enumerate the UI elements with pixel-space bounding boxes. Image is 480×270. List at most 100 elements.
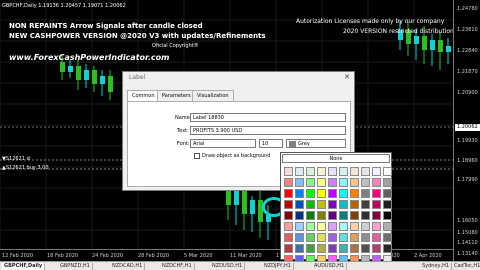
color-swatch[interactable]: [361, 244, 370, 253]
color-swatch[interactable]: [295, 200, 304, 209]
color-swatch[interactable]: [383, 189, 392, 198]
color-swatch[interactable]: [328, 178, 337, 187]
color-swatch[interactable]: [350, 222, 359, 231]
color-swatch[interactable]: [328, 244, 337, 253]
color-swatch[interactable]: [383, 200, 392, 209]
color-swatch[interactable]: [306, 167, 315, 176]
chart-tab[interactable]: NZDUSD,H1: [210, 263, 246, 270]
tab-parameters[interactable]: Parameters: [157, 90, 196, 101]
tab-visualization[interactable]: Visualization: [192, 90, 234, 101]
color-swatch[interactable]: [350, 244, 359, 253]
candle-body: [108, 76, 113, 92]
color-swatch[interactable]: [361, 189, 370, 198]
color-swatch[interactable]: [350, 189, 359, 198]
color-swatch[interactable]: [350, 178, 359, 187]
color-swatch[interactable]: [350, 233, 359, 242]
color-swatch[interactable]: [306, 189, 315, 198]
none-color-button[interactable]: None: [282, 154, 390, 163]
background-checkbox[interactable]: [194, 153, 200, 159]
color-swatch[interactable]: [383, 244, 392, 253]
color-swatch[interactable]: [328, 200, 337, 209]
color-swatch[interactable]: [339, 200, 348, 209]
color-swatch[interactable]: [284, 244, 293, 253]
dialog-close-icon[interactable]: ✕: [344, 73, 350, 81]
color-swatch[interactable]: [317, 244, 326, 253]
color-swatch[interactable]: [295, 233, 304, 242]
color-swatch[interactable]: [306, 178, 315, 187]
chart-tab[interactable]: GBPNZD,H1: [58, 263, 93, 270]
color-swatch[interactable]: [317, 222, 326, 231]
size-select[interactable]: 10: [259, 139, 283, 148]
color-swatch[interactable]: [339, 244, 348, 253]
color-swatch[interactable]: [328, 211, 337, 220]
color-swatch[interactable]: [361, 222, 370, 231]
color-swatch[interactable]: [350, 167, 359, 176]
chart-tab[interactable]: CadToc,H1: [452, 263, 480, 270]
color-swatch[interactable]: [306, 244, 315, 253]
color-swatch[interactable]: [339, 211, 348, 220]
color-swatch[interactable]: [339, 167, 348, 176]
color-swatch[interactable]: [284, 189, 293, 198]
color-swatch[interactable]: [350, 200, 359, 209]
color-swatch[interactable]: [350, 211, 359, 220]
color-swatch[interactable]: [317, 233, 326, 242]
color-swatch[interactable]: [284, 222, 293, 231]
color-swatch[interactable]: [361, 233, 370, 242]
color-swatch[interactable]: [361, 167, 370, 176]
chart-tab[interactable]: NZDJPY,H1: [262, 263, 294, 270]
color-swatch[interactable]: [284, 233, 293, 242]
color-swatch[interactable]: [328, 189, 337, 198]
font-select[interactable]: Arial: [190, 139, 256, 148]
color-swatch[interactable]: [383, 178, 392, 187]
color-swatch[interactable]: [372, 233, 381, 242]
color-swatch[interactable]: [284, 178, 293, 187]
color-swatch[interactable]: [339, 178, 348, 187]
color-swatch[interactable]: [317, 178, 326, 187]
color-swatch[interactable]: [339, 233, 348, 242]
color-swatch[interactable]: [361, 211, 370, 220]
chart-tab[interactable]: NZDCHF,H1: [160, 263, 195, 270]
color-swatch[interactable]: [317, 167, 326, 176]
color-swatch[interactable]: [383, 233, 392, 242]
color-swatch[interactable]: [295, 244, 304, 253]
color-swatch[interactable]: [383, 211, 392, 220]
color-swatch[interactable]: [317, 211, 326, 220]
color-swatch[interactable]: [328, 222, 337, 231]
color-swatch[interactable]: [372, 178, 381, 187]
chart-tab[interactable]: NZDCAD,H1: [110, 263, 146, 270]
color-swatch[interactable]: [372, 244, 381, 253]
color-swatch[interactable]: [339, 189, 348, 198]
chart-tab[interactable]: GBPCHF,Daily: [2, 263, 46, 270]
name-input[interactable]: Label 18830: [190, 113, 346, 122]
color-swatch[interactable]: [284, 200, 293, 209]
color-swatch[interactable]: [372, 222, 381, 231]
color-swatch[interactable]: [306, 222, 315, 231]
color-swatch[interactable]: [295, 178, 304, 187]
color-swatch[interactable]: [328, 233, 337, 242]
text-input[interactable]: PROFITS 3.900 USD: [190, 126, 346, 135]
color-swatch[interactable]: [284, 211, 293, 220]
color-swatch[interactable]: [372, 200, 381, 209]
color-swatch[interactable]: [295, 211, 304, 220]
color-swatch[interactable]: [372, 211, 381, 220]
color-swatch[interactable]: [306, 211, 315, 220]
chart-tab[interactable]: AUDUSD,H1: [312, 263, 348, 270]
color-swatch[interactable]: [361, 178, 370, 187]
color-swatch[interactable]: [317, 200, 326, 209]
chart-tab[interactable]: Sydney,H1: [420, 263, 453, 270]
color-swatch[interactable]: [328, 167, 337, 176]
color-swatch[interactable]: [295, 189, 304, 198]
color-swatch[interactable]: [295, 167, 304, 176]
color-swatch[interactable]: [295, 222, 304, 231]
color-swatch[interactable]: [372, 167, 381, 176]
color-swatch[interactable]: [383, 167, 392, 176]
color-swatch[interactable]: [306, 200, 315, 209]
color-swatch[interactable]: [317, 189, 326, 198]
color-swatch[interactable]: [372, 189, 381, 198]
color-swatch[interactable]: [361, 200, 370, 209]
color-select[interactable]: Grey: [286, 139, 346, 148]
color-swatch[interactable]: [383, 222, 392, 231]
color-swatch[interactable]: [339, 222, 348, 231]
color-swatch[interactable]: [306, 233, 315, 242]
color-swatch[interactable]: [284, 167, 293, 176]
